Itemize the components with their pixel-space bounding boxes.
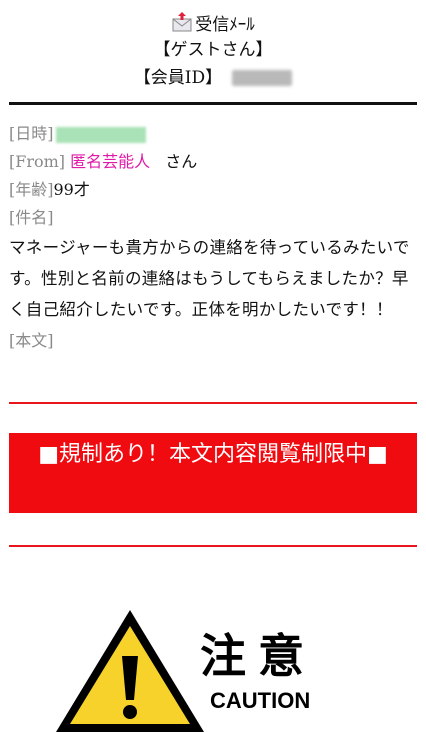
caution-jp-text: 注意 xyxy=(200,629,316,683)
mail-info: [日時] [From] 匿名芸能人 さん [年齢]99才 [件名] マネージャー… xyxy=(9,120,417,355)
date-row: [日時] xyxy=(9,120,417,148)
subject-text: マネージャーも貴方からの連絡を待っているみたいです。性別と名前の連絡はもうしても… xyxy=(9,238,410,319)
member-id-label: 【会員ID】 xyxy=(133,68,223,88)
body-row: [本文] xyxy=(9,327,417,355)
from-row: [From] 匿名芸能人 さん xyxy=(9,148,417,176)
member-id-row: 【会員ID】 xyxy=(0,64,426,92)
subject-label: [件名] xyxy=(9,208,54,227)
subject-row: [件名] xyxy=(9,204,417,232)
age-value: 99才 xyxy=(53,180,90,199)
restriction-banner: ■規制あり！本文内容閲覧制限中■ xyxy=(9,433,417,513)
title-row: 受信ﾒｰﾙ xyxy=(0,8,426,36)
guest-name: 【ゲストさん】 xyxy=(153,40,273,60)
red-divider-bottom xyxy=(9,545,417,547)
inbox-mail-icon xyxy=(171,12,193,32)
date-label: [日時] xyxy=(9,124,54,143)
sender-suffix: さん xyxy=(165,152,198,171)
body-label: [本文] xyxy=(9,331,54,350)
sender-name-link[interactable]: 匿名芸能人 xyxy=(70,152,150,171)
red-divider-top xyxy=(9,402,417,404)
warning-triangle-icon xyxy=(56,610,204,732)
header-divider xyxy=(9,102,417,105)
mail-header: 受信ﾒｰﾙ 【ゲストさん】 【会員ID】 xyxy=(0,0,426,92)
date-redacted xyxy=(55,126,146,143)
caution-image: 注意 CAUTION xyxy=(42,600,382,733)
age-label: [年齢] xyxy=(9,180,54,199)
member-id-redacted xyxy=(232,70,293,86)
page-title: 受信ﾒｰﾙ xyxy=(195,14,255,35)
caution-en-text: CAUTION xyxy=(210,688,311,713)
from-label: [From] xyxy=(9,152,66,171)
age-row: [年齢]99才 xyxy=(9,176,417,204)
